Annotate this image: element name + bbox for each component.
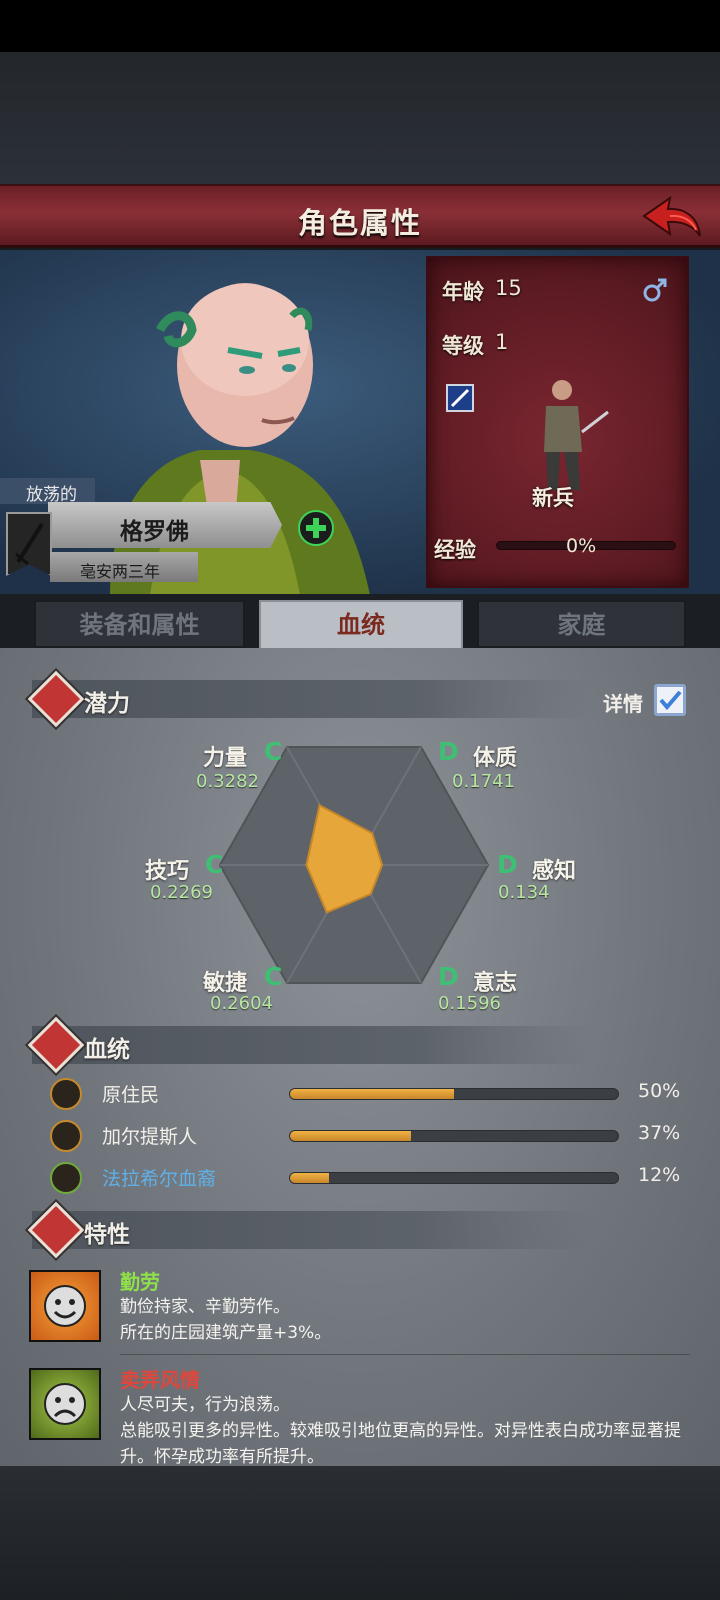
attr-strength-name: 力量 xyxy=(203,746,248,771)
soldier-figure xyxy=(544,380,609,490)
character-era: 亳安两三年 xyxy=(80,562,161,581)
add-button[interactable] xyxy=(298,510,334,546)
bloodline-bar xyxy=(289,1130,619,1142)
bloodline-row: 加尔提斯人 37% xyxy=(0,1116,720,1156)
bloodline-percent: 12% xyxy=(638,1164,681,1186)
attr-will-value: 0.1596 xyxy=(438,993,501,1014)
detail-checkbox[interactable] xyxy=(654,684,686,716)
male-icon xyxy=(643,278,667,302)
status-bar xyxy=(0,0,720,52)
attr-perception-value: 0.134 xyxy=(498,882,550,903)
bloodline-row: 原住民 50% xyxy=(0,1074,720,1114)
trait-desc-line: 总能吸引更多的异性。较难吸引地位更高的异性。对异性表白成功率显著提升。怀孕成功率… xyxy=(120,1421,681,1466)
xp-value: 0% xyxy=(566,535,597,557)
character-trait-prefix: 放荡的 xyxy=(0,478,95,505)
tab-equipment[interactable]: 装备和属性 xyxy=(34,600,245,648)
attr-strength-value: 0.3282 xyxy=(196,771,259,792)
trait-desc-line: 勤俭持家、辛勤劳作。 xyxy=(120,1297,290,1317)
bloodline-name: 加尔提斯人 xyxy=(102,1126,198,1148)
age-label: 年龄 xyxy=(442,280,484,304)
bloodline-bar-fill xyxy=(290,1173,330,1183)
xp-label: 经验 xyxy=(434,538,476,562)
tab-bar: 装备和属性 血统 家庭 xyxy=(0,594,720,650)
attr-constitution-value: 0.1741 xyxy=(452,771,515,792)
plus-icon xyxy=(306,518,326,538)
rank-name: 新兵 xyxy=(532,486,574,510)
attr-agility-value: 0.2604 xyxy=(210,993,273,1014)
header-background xyxy=(0,52,720,187)
trait-item[interactable]: 卖弄风情 人尽可夫，行为浪荡。 总能吸引更多的异性。较难吸引地位更高的异性。对异… xyxy=(0,1364,720,1466)
attr-skill-value: 0.2269 xyxy=(150,882,213,903)
bloodline-percent: 37% xyxy=(638,1122,681,1144)
attr-perception-grade: D xyxy=(497,850,518,879)
bloodline-row: 法拉希尔血裔 12% xyxy=(0,1158,720,1198)
tab-family[interactable]: 家庭 xyxy=(477,600,686,648)
traits-title: 特性 xyxy=(84,1222,130,1248)
potential-title: 潜力 xyxy=(84,691,130,717)
bloodline-bar-fill xyxy=(290,1131,412,1141)
attr-skill-grade: C xyxy=(205,850,224,879)
bloodline-name[interactable]: 法拉希尔血裔 xyxy=(102,1164,216,1191)
character-attributes-screen: 角色属性 放荡的 格罗佛 亳安两三年 年龄 15 等级 1 新兵 经验 0% 装… xyxy=(0,0,720,1600)
back-button[interactable] xyxy=(640,192,706,242)
trait-desc-line: 人尽可夫，行为浪荡。 xyxy=(120,1395,290,1415)
happy-face-icon xyxy=(29,1270,101,1342)
title-bar: 角色属性 xyxy=(0,184,720,248)
sad-face-icon xyxy=(29,1368,101,1440)
bloodline-bar xyxy=(289,1172,619,1184)
leaf-icon xyxy=(50,1078,82,1110)
detail-label: 详情 xyxy=(603,692,643,716)
attr-constitution-name: 体质 xyxy=(473,746,518,771)
trait-name: 勤劳 xyxy=(120,1270,160,1294)
attr-will-grade: D xyxy=(438,962,459,991)
bottom-background xyxy=(0,1466,720,1600)
bloodline-bar xyxy=(289,1088,619,1100)
trait-desc-line: 所在的庄园建筑产量+3%。 xyxy=(120,1323,332,1343)
page-title: 角色属性 xyxy=(297,206,422,240)
attr-strength-grade: C xyxy=(264,737,283,766)
beast-icon xyxy=(50,1120,82,1152)
level-label: 等级 xyxy=(442,334,484,358)
attr-skill-name: 技巧 xyxy=(145,859,190,884)
sword-rank-icon xyxy=(446,384,474,412)
bloodline-percent: 50% xyxy=(638,1080,681,1102)
attr-perception-name: 感知 xyxy=(532,859,577,884)
attr-agility-grade: C xyxy=(264,962,283,991)
bloodline-name: 原住民 xyxy=(102,1084,160,1106)
bloodline-title: 血统 xyxy=(84,1037,130,1063)
bloodline-bar-fill xyxy=(290,1089,454,1099)
attr-constitution-grade: D xyxy=(438,737,459,766)
trait-name: 卖弄风情 xyxy=(120,1368,200,1392)
level-value: 1 xyxy=(495,330,509,354)
tab-bloodline[interactable]: 血统 xyxy=(259,600,463,650)
back-arrow-icon xyxy=(642,195,701,237)
tree-icon xyxy=(50,1162,82,1194)
divider xyxy=(120,1354,690,1355)
checkmark-icon xyxy=(659,690,682,711)
info-panel: 年龄 15 等级 1 新兵 经验 0% xyxy=(426,256,689,588)
age-value: 15 xyxy=(495,276,522,300)
character-name[interactable]: 格罗佛 xyxy=(120,512,189,546)
